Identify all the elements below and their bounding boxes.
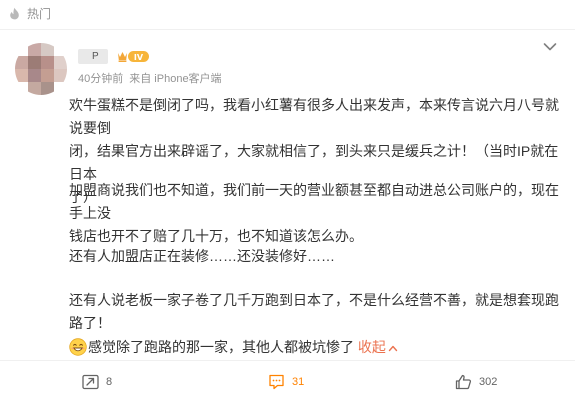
post-meta: 40分钟前 来自 iPhone客户端 [78,73,222,86]
author-name[interactable]: P [78,49,108,64]
paragraph-3: 还有人加盟店正在装修……还没装修好…… [69,248,335,264]
post-time[interactable]: 40分钟前 [78,73,123,85]
like-count: 302 [479,376,498,388]
grin-emoji-icon [69,338,87,356]
paragraph-4: 还有人说老板一家子卷了几千万跑到日本了，不是什么经营不善，就是想套现跑路了！ [69,292,559,331]
last-line: 感觉除了跑路的那一家，其他人都被坑惨了 [88,339,354,355]
paragraph-5: 感觉除了跑路的那一家，其他人都被坑惨了 收起 [69,336,398,359]
paragraph-2: 加盟商说我们也不知道，我们前一天的营业额甚至都自动进总公司账户的，现在手上没 钱… [69,182,559,244]
svg-text:IV: IV [134,53,144,62]
action-bar: 8 31 302 [0,360,575,401]
vip-badge-icon[interactable]: IV [117,50,150,63]
thumbs-up-icon [455,374,472,390]
repost-icon [82,374,99,390]
chevron-down-icon[interactable] [543,42,557,52]
repost-count: 8 [106,376,113,388]
section-label: 热门 [27,7,52,21]
collapse-link[interactable]: 收起 [358,339,398,355]
flame-icon [10,7,19,20]
avatar[interactable] [15,43,67,95]
top-bar: 热门 [0,0,575,30]
chevron-up-icon [388,345,398,352]
post-source: 来自 iPhone客户端 [129,73,222,85]
comment-icon [269,374,284,390]
comment-count: 31 [292,376,305,388]
